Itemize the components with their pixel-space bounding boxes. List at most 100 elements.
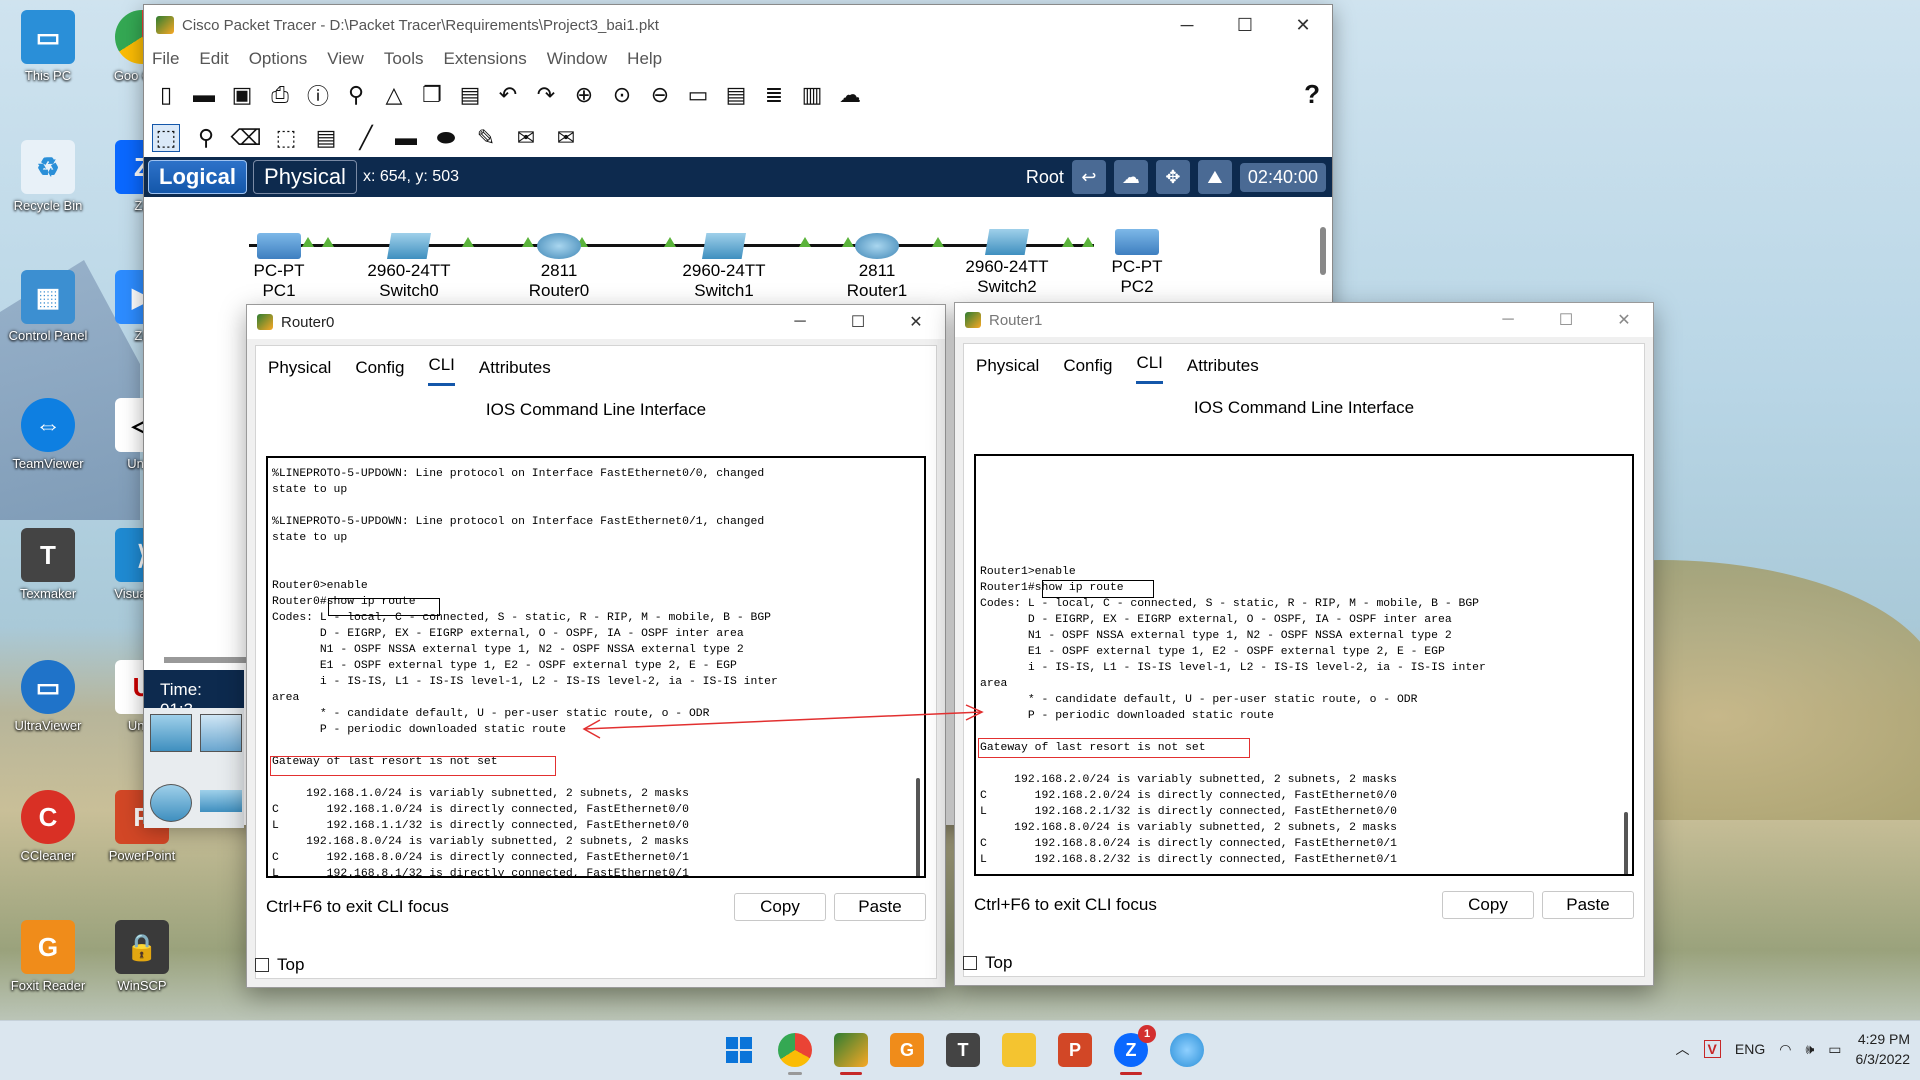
- add-complex-pdu-icon[interactable]: ✉: [552, 124, 580, 152]
- draw-ellipse-icon[interactable]: ⬬: [432, 124, 460, 152]
- open-folder-icon[interactable]: ▬: [190, 81, 218, 109]
- move-object-icon[interactable]: ✥: [1155, 160, 1190, 194]
- network-devices-icon[interactable]: [150, 714, 192, 752]
- device-switch0[interactable]: 2960-24TT Switch0: [354, 233, 464, 301]
- battery-icon[interactable]: ▭: [1828, 1041, 1841, 1058]
- close-button[interactable]: ✕: [1274, 5, 1332, 45]
- paste-button[interactable]: Paste: [834, 893, 926, 921]
- cloud-icon[interactable]: ☁: [836, 81, 864, 109]
- desktop-icon-teamviewer[interactable]: ⇔ TeamViewer: [2, 398, 94, 471]
- dialog-titlebar[interactable]: Router1 ─ ☐ ✕: [955, 303, 1653, 337]
- maximize-button[interactable]: ☐: [829, 305, 887, 339]
- redo-icon[interactable]: ↷: [532, 81, 560, 109]
- delete-icon[interactable]: ⌫: [230, 124, 261, 152]
- menu-window[interactable]: Window: [547, 49, 607, 69]
- paste-button[interactable]: Paste: [1542, 891, 1634, 919]
- desktop-icon-ccleaner[interactable]: C CCleaner: [2, 790, 94, 863]
- desktop-icon-texmaker[interactable]: T Texmaker: [2, 528, 94, 601]
- custom-device-icon[interactable]: △: [380, 81, 408, 109]
- add-simple-pdu-icon[interactable]: ✉: [512, 124, 540, 152]
- zoom-in-icon[interactable]: ⊕: [570, 81, 598, 109]
- desktop-icon-foxit[interactable]: G Foxit Reader: [2, 920, 94, 993]
- cli-console[interactable]: Router1>enable Router1#show ip route Codes…: [974, 454, 1634, 876]
- language-indicator[interactable]: ENG: [1735, 1041, 1765, 1057]
- unikey-tray-icon[interactable]: V: [1703, 1040, 1721, 1058]
- chevron-up-icon[interactable]: ︿: [1676, 1039, 1690, 1059]
- checkbox-box[interactable]: [963, 956, 977, 970]
- menu-view[interactable]: View: [327, 49, 364, 69]
- cli-scrollbar[interactable]: [1624, 812, 1628, 874]
- menu-edit[interactable]: Edit: [199, 49, 228, 69]
- texmaker-icon[interactable]: T: [946, 1033, 980, 1067]
- new-file-icon[interactable]: ▯: [152, 81, 180, 109]
- menu-extensions[interactable]: Extensions: [444, 49, 527, 69]
- foxit-icon[interactable]: G: [890, 1033, 924, 1067]
- zoom-out-icon[interactable]: ⊖: [646, 81, 674, 109]
- file-explorer-icon[interactable]: [1002, 1033, 1036, 1067]
- window-titlebar[interactable]: Cisco Packet Tracer - D:\Packet Tracer\R…: [144, 5, 1332, 45]
- start-icon[interactable]: [722, 1033, 756, 1067]
- drawing-palette-icon[interactable]: ▭: [684, 81, 712, 109]
- copy-button[interactable]: Copy: [1442, 891, 1534, 919]
- wifi-icon[interactable]: ◠: [1779, 1041, 1791, 1058]
- cluster-cloud-icon[interactable]: ☁: [1113, 160, 1148, 194]
- device-router1[interactable]: 2811 Router1: [822, 233, 932, 301]
- inspect-icon[interactable]: ⚲: [192, 124, 220, 152]
- undo-icon[interactable]: ↶: [494, 81, 522, 109]
- tab-attributes[interactable]: Attributes: [1187, 356, 1259, 384]
- routers-icon[interactable]: [150, 784, 192, 822]
- tab-config[interactable]: Config: [1063, 356, 1112, 384]
- close-button[interactable]: ✕: [1595, 303, 1653, 337]
- dialog-titlebar[interactable]: Router0 ─ ☐ ✕: [247, 305, 945, 339]
- minimize-button[interactable]: ─: [1158, 5, 1216, 45]
- tab-physical[interactable]: Physical: [253, 160, 357, 194]
- minimize-button[interactable]: ─: [771, 305, 829, 339]
- desktop-icon-ultraviewer[interactable]: ▭ UltraViewer: [2, 660, 94, 733]
- tab-physical[interactable]: Physical: [268, 358, 331, 386]
- tab-logical[interactable]: Logical: [148, 160, 248, 194]
- zoom-reset-icon[interactable]: ⊙: [608, 81, 636, 109]
- close-button[interactable]: ✕: [887, 305, 945, 339]
- horizontal-scrollbar[interactable]: [164, 657, 254, 663]
- end-devices-icon[interactable]: [200, 714, 242, 752]
- desktop-icon-control-panel[interactable]: ▦ Control Panel: [2, 270, 94, 343]
- zalo-icon[interactable]: Z 1: [1114, 1025, 1156, 1075]
- maximize-button[interactable]: ☐: [1216, 5, 1274, 45]
- copy-icon[interactable]: ❐: [418, 81, 446, 109]
- maximize-button[interactable]: ☐: [1537, 303, 1595, 337]
- print-icon[interactable]: ⎙: [266, 81, 294, 109]
- menu-tools[interactable]: Tools: [384, 49, 424, 69]
- powerpoint-icon[interactable]: P: [1058, 1033, 1092, 1067]
- paste-icon[interactable]: ▤: [456, 81, 484, 109]
- save-icon[interactable]: ▣: [228, 81, 256, 109]
- desktop-icon-this-pc[interactable]: ▭ This PC: [2, 10, 94, 83]
- tab-physical[interactable]: Physical: [976, 356, 1039, 384]
- device-switch1[interactable]: 2960-24TT Switch1: [669, 233, 779, 301]
- device-switch2[interactable]: 2960-24TT Switch2: [952, 229, 1062, 297]
- device-pc1[interactable]: PC-PT PC1: [224, 233, 334, 301]
- freeform-icon[interactable]: ✎: [472, 124, 500, 152]
- select-icon[interactable]: ⬚: [152, 124, 180, 152]
- copy-button[interactable]: Copy: [734, 893, 826, 921]
- back-icon[interactable]: ↩: [1071, 160, 1106, 194]
- device-router0[interactable]: 2811 Router0: [504, 233, 614, 301]
- list-icon[interactable]: ≣: [760, 81, 788, 109]
- activity-wizard-icon[interactable]: ⚲: [342, 81, 370, 109]
- menu-file[interactable]: File: [152, 49, 179, 69]
- checkbox-box[interactable]: [255, 958, 269, 972]
- draw-line-icon[interactable]: ╱: [352, 124, 380, 152]
- minimize-button[interactable]: ─: [1479, 303, 1537, 337]
- draw-rectangle-icon[interactable]: ▬: [392, 124, 420, 152]
- pdu-list-icon[interactable]: ▥: [798, 81, 826, 109]
- tab-config[interactable]: Config: [355, 358, 404, 386]
- desktop-icon-winscp[interactable]: 🔒 WinSCP: [96, 920, 188, 993]
- place-note-icon[interactable]: ▤: [312, 124, 340, 152]
- custom-devices-dialog-icon[interactable]: ▤: [722, 81, 750, 109]
- info-icon[interactable]: ⓘ: [304, 81, 332, 109]
- help-button[interactable]: ?: [1304, 79, 1320, 110]
- background-image-icon[interactable]: ⛰: [1197, 160, 1232, 194]
- chrome-icon[interactable]: [778, 1033, 812, 1075]
- tab-cli[interactable]: CLI: [428, 355, 455, 386]
- browser-icon[interactable]: [1170, 1033, 1204, 1067]
- workspace-scrollbar[interactable]: [1320, 227, 1326, 275]
